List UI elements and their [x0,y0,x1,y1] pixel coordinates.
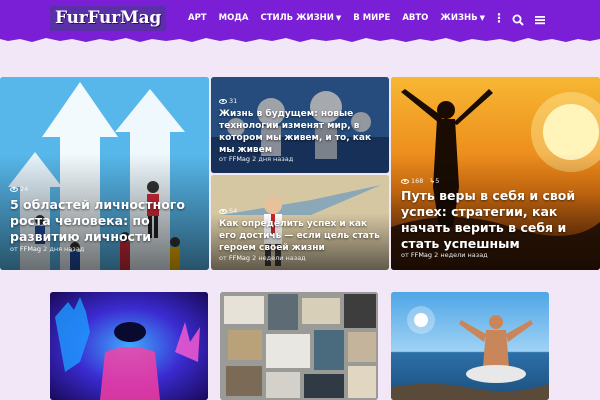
author-link[interactable]: FFMag [411,251,432,259]
views-count: 31 [229,97,238,105]
byline: от FFMag 2 недели назад [401,251,488,259]
views-count: 168 [411,177,424,185]
post-card-vision-board[interactable] [220,292,378,400]
views-meta: 31 [219,97,237,105]
views-count: 24 [20,185,29,193]
nav-item-label: В МИРЕ [353,13,391,23]
menu-icon[interactable] [534,11,546,30]
post-card-meditation[interactable] [391,292,549,400]
card-title[interactable]: 5 областей личностного роста человека: п… [10,197,202,245]
author-link[interactable]: FFMag [20,245,41,253]
featured-card-2[interactable]: 31 Жизнь в будущем: новые технологии изм… [211,77,389,173]
card-image-meditation [391,292,549,400]
nav-item-life[interactable]: ЖИЗНЬ ▼ [440,13,485,23]
nav-item-art[interactable]: АРТ [188,13,207,23]
featured-card-4[interactable]: 168 ↳ 5 Путь веры в себя и свой успех: стр… [391,77,600,270]
search-icon[interactable] [512,11,524,30]
post-card-vr[interactable] [50,292,208,400]
views-count: 54 [229,207,238,215]
eye-icon [401,178,409,184]
byline: от FFMag 2 дня назад [219,155,293,163]
views-meta: 168 ↳ 5 [401,177,439,185]
nav-item-fashion[interactable]: МОДА [219,13,249,23]
views-meta: 24 [10,185,28,193]
author-link[interactable]: FFMag [229,254,250,262]
byline: от FFMag 2 недели назад [219,254,306,262]
eye-icon [219,208,227,214]
eye-icon [219,98,227,104]
eye-icon [10,186,18,192]
byline-prefix: от [219,155,227,163]
nav-item-label: АРТ [188,13,207,23]
post-time: 2 недели назад [252,254,306,262]
byline-prefix: от [10,245,18,253]
card-title[interactable]: Жизнь в будущем: новые технологии изменя… [219,108,385,156]
featured-card-3[interactable]: 54 Как определить успех и как его достич… [211,175,389,270]
nav-item-auto[interactable]: АВТО [402,13,428,23]
header-torn-edge [0,36,600,42]
card-title[interactable]: Путь веры в себя и свой успех: стратегии… [401,188,596,252]
nav-item-label: ЖИЗНЬ [440,13,478,23]
post-time: 2 дня назад [252,155,294,163]
views-meta: 54 [219,207,237,215]
author-link[interactable]: FFMag [229,155,250,163]
shares-count: 5 [435,177,440,185]
card-image-vision-board [220,292,378,400]
post-time: 2 дня назад [43,245,85,253]
chevron-down-icon: ▼ [335,14,342,22]
chevron-down-icon: ▼ [479,14,485,22]
more-menu-icon[interactable]: ⋮ [493,11,505,25]
site-logo[interactable]: FurFurMag [50,6,167,31]
card-image-vr [50,292,208,400]
card-title[interactable]: Как определить успех и как его достичь —… [219,218,385,254]
byline-prefix: от [219,254,227,262]
nav-item-world[interactable]: В МИРЕ [353,13,390,23]
nav-item-label: АВТО [402,13,429,23]
featured-card-1[interactable]: 24 5 областей личностного роста человека… [0,77,209,270]
nav-item-label: МОДА [218,13,249,23]
byline-prefix: от [401,251,409,259]
nav-item-lifestyle[interactable]: СТИЛЬ ЖИЗНИ ▼ [260,13,341,23]
byline: от FFMag 2 дня назад [10,245,84,253]
site-header: FurFurMag АРТ МОДА СТИЛЬ ЖИЗНИ ▼ В МИРЕ А… [0,0,600,38]
main-nav: АРТ МОДА СТИЛЬ ЖИЗНИ ▼ В МИРЕ АВТО ЖИЗНЬ ▼… [188,0,505,36]
nav-item-label: СТИЛЬ ЖИЗНИ [260,13,334,23]
post-time: 2 недели назад [434,251,488,259]
